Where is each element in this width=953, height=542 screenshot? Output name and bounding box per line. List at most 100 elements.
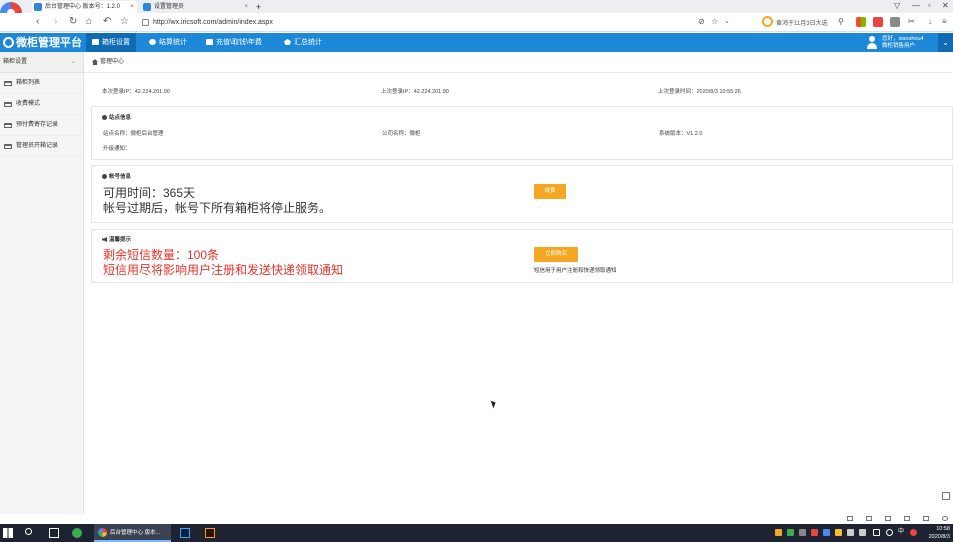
status-tool-icon[interactable] (904, 516, 910, 521)
taskbar: 后台管理中心 版本... 中 10:58 2020/8/3 (0, 524, 953, 542)
close-window-icon[interactable]: ✕ (942, 1, 949, 10)
tab-close-icon[interactable]: × (130, 1, 134, 13)
topnav-recharge[interactable]: 充值\取钱\年费 (200, 33, 268, 52)
shield-icon[interactable]: ▽ (894, 1, 900, 10)
topnav-settlement[interactable]: 结算统计 (143, 33, 193, 52)
buy-now-button[interactable]: 立即购买 (534, 247, 578, 262)
system-version: 系统版本：V1.2.0 (659, 131, 703, 137)
address-url[interactable]: http://wx.iricsoft.com/admin/index.aspx (153, 16, 273, 29)
forward-icon[interactable]: › (54, 16, 57, 28)
illustrator-icon[interactable] (205, 528, 215, 538)
browser-tab-bar: 后台管理中心 版本号：1.2.0 × 设置管理员 × + ▽ — ▫ ✕ (0, 0, 953, 24)
tray-icon[interactable] (835, 529, 842, 536)
taskbar-clock[interactable]: 10:58 2020/8/3 (929, 525, 950, 541)
sms-warning: 短信用尽将影响用户注册和发送快递领取通知 (103, 263, 344, 277)
windows-start-icon[interactable] (3, 528, 13, 538)
sidebar-item-charge-mode[interactable]: 收费模式 (0, 94, 83, 115)
taskbar-browser-app[interactable]: 后台管理中心 版本... (94, 524, 171, 542)
undo-icon[interactable]: ↶ (103, 16, 111, 28)
news-ticker[interactable]: 黄鸿于11月3日大选 (762, 16, 828, 31)
back-icon[interactable]: ‹ (36, 16, 39, 28)
browser-menu-icon[interactable]: ≡ (942, 17, 952, 27)
new-tab-button[interactable]: + (254, 1, 266, 13)
task-view-icon[interactable] (49, 528, 59, 538)
tray-icon[interactable] (775, 529, 782, 536)
sms-remaining: 剩余短信数量：100条 (103, 248, 220, 262)
monitor-icon (92, 39, 99, 45)
sidebar: 箱柜设置 ⌄ 箱柜列表 收费模式 预付费寄存记录 管理员开箱记录 (0, 52, 84, 514)
megaphone-icon (102, 237, 107, 242)
site-info-panel: 站点信息 站点名称：微柜后台管理 公司名称：微柜 系统版本：V1.2.0 升级通… (91, 106, 953, 160)
breadcrumb-label[interactable]: 管理中心 (100, 52, 124, 73)
bookmark-icon[interactable]: ☆ (711, 16, 718, 28)
search-icon[interactable]: ⚲ (838, 16, 844, 28)
address-bar[interactable]: http://wx.iricsoft.com/admin/index.aspx (139, 16, 739, 29)
sms-tip-panel: 温馨提示 剩余短信数量：100条 短信用尽将影响用户注册和发送快递领取通知 立即… (91, 229, 953, 283)
dropdown-icon[interactable]: ⌄ (724, 16, 730, 28)
zoom-icon[interactable] (942, 516, 948, 521)
reload-icon[interactable]: ↻ (69, 16, 77, 28)
site-info-title: 站点信息 (102, 113, 131, 121)
tray-icon[interactable] (799, 529, 806, 536)
user-info[interactable]: 您好，xiaoshou4 微柜销售用户 (866, 35, 936, 51)
login-info: 本次登录IP：42.224.201.90 上次登录IP：42.224.201.9… (91, 79, 953, 101)
status-tool-icon[interactable] (866, 516, 872, 521)
ime-indicator[interactable]: 中 (898, 528, 904, 537)
brand-icon (3, 37, 14, 48)
available-time: 可用时间：365天 (103, 186, 196, 200)
sidebar-item-cabinet-list[interactable]: 箱柜列表 (0, 73, 83, 94)
brand-name: 微柜管理平台 (16, 36, 82, 49)
tray-icon[interactable] (811, 529, 818, 536)
download-icon[interactable]: ↓ (928, 17, 938, 27)
volume-icon[interactable] (886, 529, 893, 536)
sidebar-item-admin-open-records[interactable]: 管理员开箱记录 (0, 136, 83, 157)
restore-icon[interactable]: ▫ (928, 1, 931, 10)
apps-icon[interactable] (856, 17, 866, 27)
topnav-label: 结算统计 (159, 39, 187, 46)
account-info-panel: 帐号信息 可用时间：365天 帐号过期后，帐号下所有箱柜将停止服务。 续费 (91, 165, 953, 223)
page-info-icon[interactable] (142, 19, 149, 26)
tab-favicon-icon (34, 3, 42, 11)
screenshot-icon[interactable] (890, 17, 900, 27)
sms-usage-note: 短信用于用户注册和快递领取通知 (534, 268, 617, 274)
renew-button[interactable]: 续费 (534, 184, 566, 199)
topnav-summary[interactable]: 汇总统计 (278, 33, 328, 52)
extension-red-icon[interactable] (873, 17, 883, 27)
tab-admin-settings[interactable]: 设置管理员 × (141, 1, 251, 13)
wechat-icon[interactable] (72, 528, 82, 538)
status-tool-icon[interactable] (847, 516, 853, 521)
sidebar-item-prepaid-records[interactable]: 预付费寄存记录 (0, 115, 83, 136)
network-icon[interactable] (873, 529, 880, 536)
sidebar-item-label: 收费模式 (16, 101, 41, 107)
status-tool-icon[interactable] (923, 516, 929, 521)
search-icon[interactable] (25, 528, 32, 535)
home-icon[interactable] (92, 59, 98, 65)
tray-icon[interactable] (859, 529, 866, 536)
sidebar-header[interactable]: 箱柜设置 ⌄ (0, 52, 83, 73)
sidebar-item-label: 预付费寄存记录 (16, 122, 59, 128)
tray-icon[interactable] (847, 529, 854, 536)
photoshop-icon[interactable] (180, 528, 190, 538)
list-icon (4, 102, 12, 107)
minimize-icon[interactable]: — (912, 1, 920, 10)
list-icon (4, 123, 12, 128)
tray-icon[interactable] (787, 529, 794, 536)
this-login-ip: 本次登录IP：42.224.201.90 (102, 89, 170, 95)
tray-icon[interactable] (823, 529, 830, 536)
home-icon[interactable]: ⌂ (86, 16, 92, 28)
company-name: 公司名称：微柜 (382, 131, 421, 137)
cut-icon[interactable]: ✂ (908, 17, 918, 27)
gear-icon (102, 174, 107, 179)
tab-close-icon[interactable]: × (244, 1, 248, 13)
gear-icon (149, 39, 156, 45)
status-tool-icon[interactable] (885, 516, 891, 521)
user-role: 微柜销售用户 (882, 43, 916, 49)
reader-icon[interactable]: ⊘ (698, 16, 705, 28)
tray-icon[interactable] (910, 529, 917, 536)
account-info-title: 帐号信息 (102, 172, 131, 180)
tab-admin-center[interactable]: 后台管理中心 版本号：1.2.0 × (32, 1, 137, 13)
favorite-star-icon[interactable]: ☆ (120, 16, 129, 28)
topnav-cabinet-settings[interactable]: 箱柜设置 (86, 33, 136, 52)
user-menu-chevron-icon[interactable]: ⌄ (938, 33, 953, 52)
expand-panel-icon[interactable] (942, 492, 950, 500)
